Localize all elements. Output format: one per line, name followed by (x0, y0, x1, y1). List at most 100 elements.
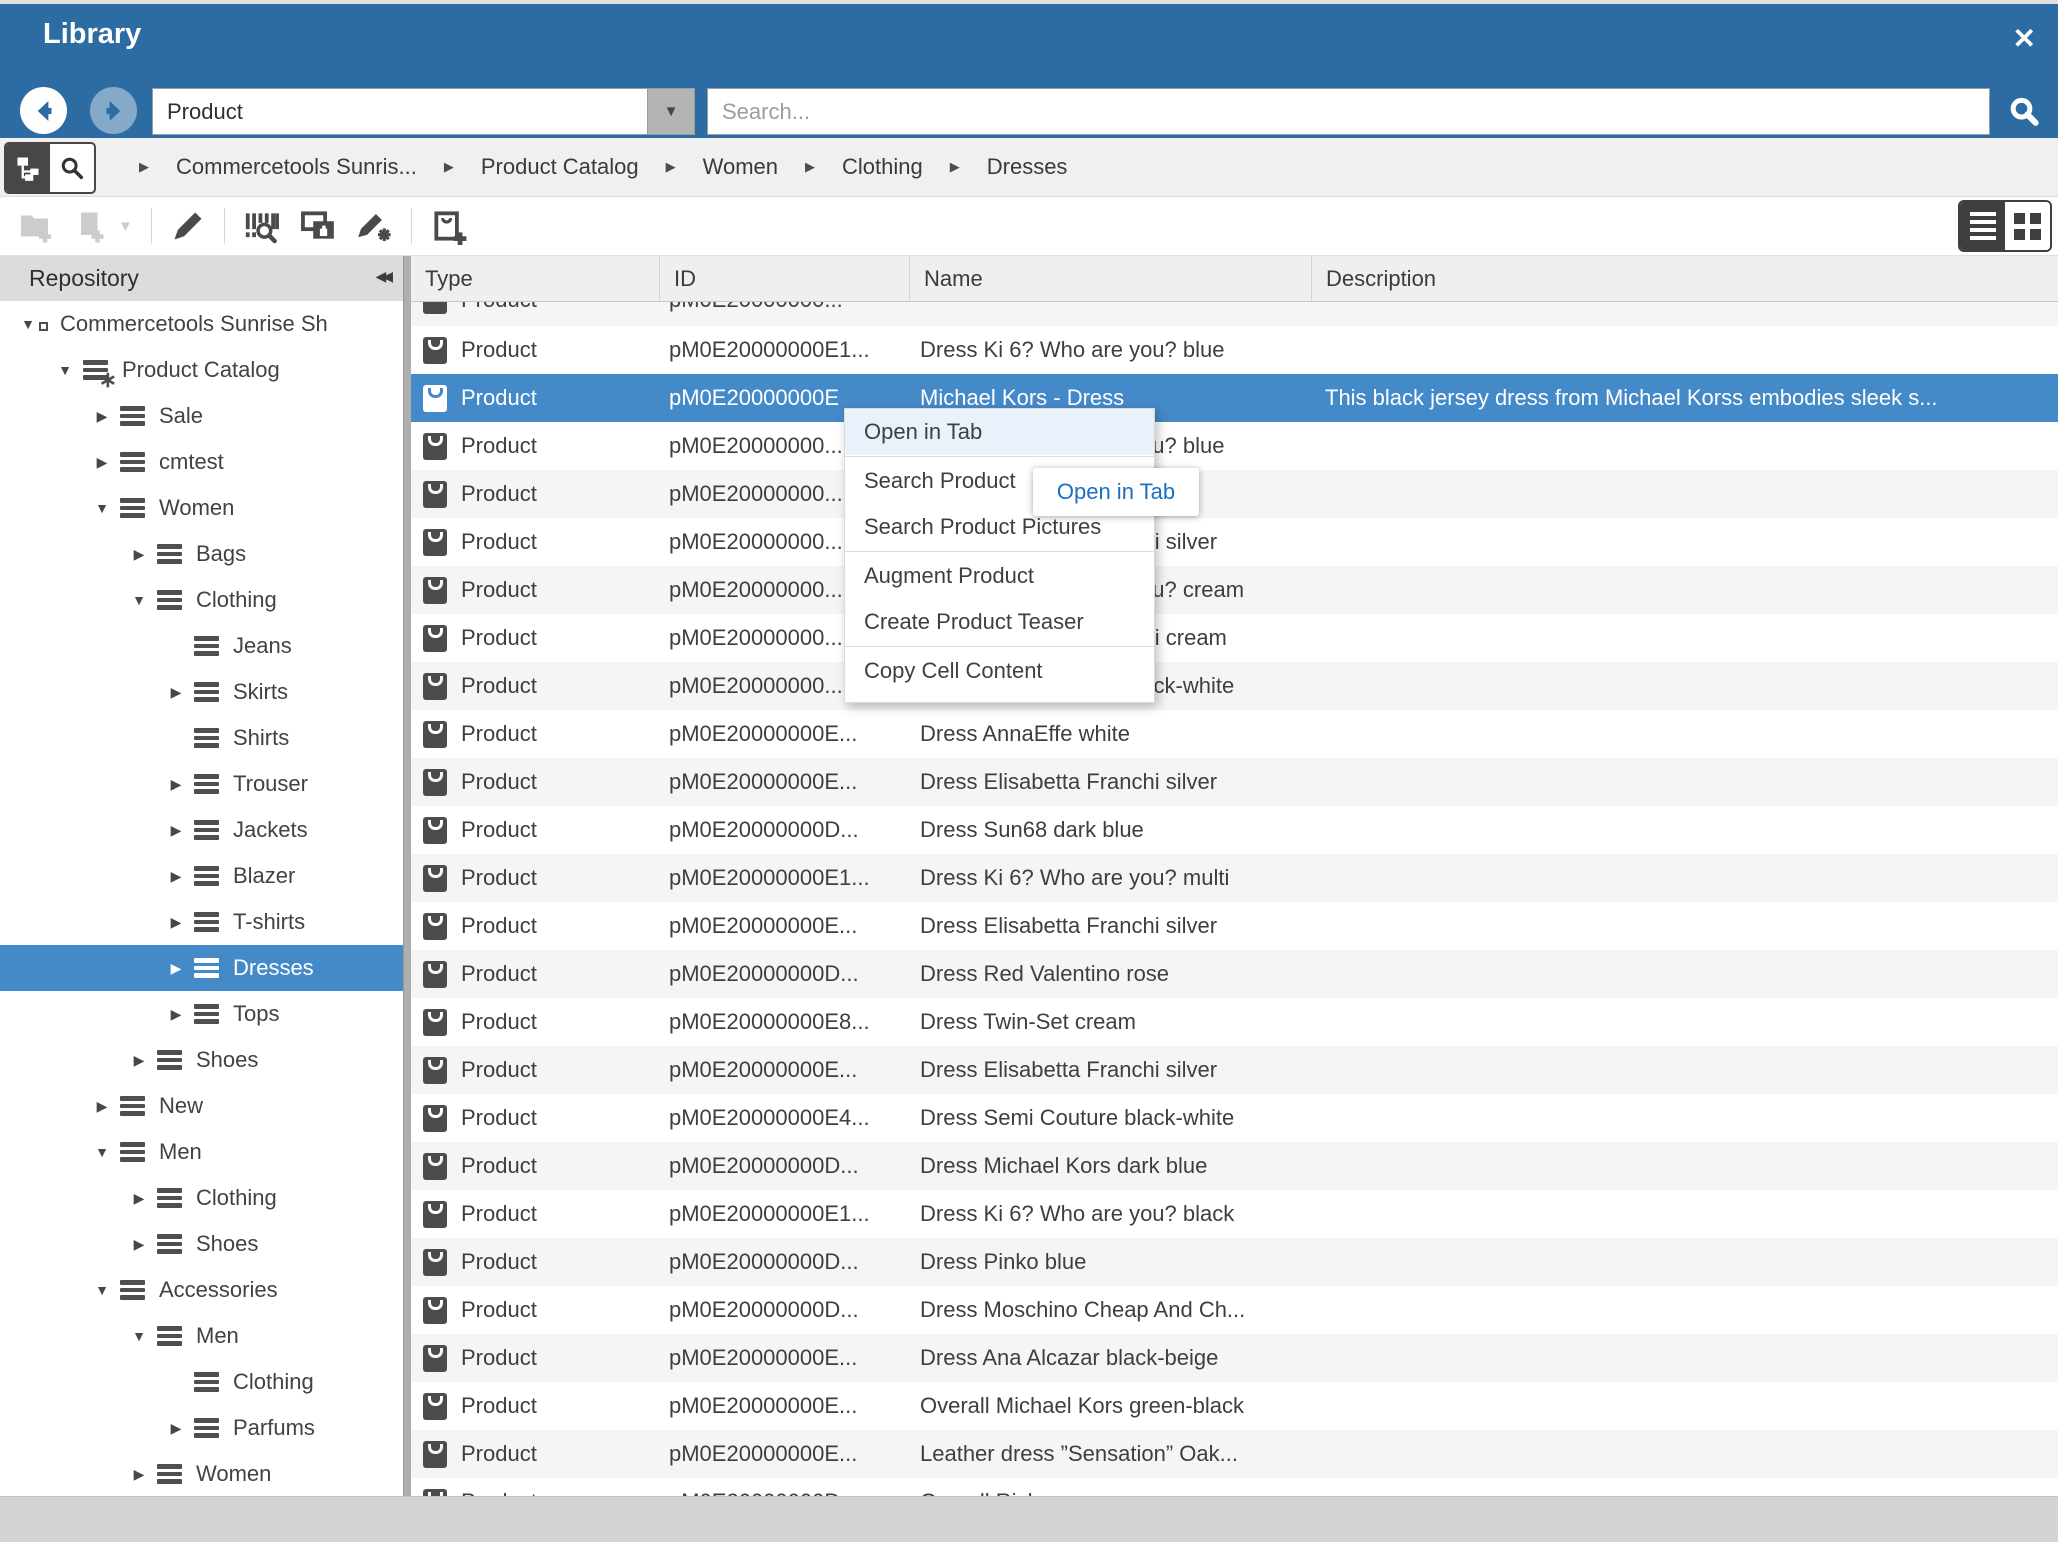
chevron-expanded-icon[interactable]: ▼ (127, 1328, 151, 1344)
forward-button[interactable] (90, 87, 137, 134)
table-row[interactable]: ProductpM0E20000000E4...Dress Semi Coutu… (411, 1094, 2058, 1142)
search-view-icon[interactable] (50, 144, 94, 192)
edit-star-icon[interactable] (355, 207, 393, 245)
table-row[interactable]: ProductpM0E20000000...Dress Semi Couture… (411, 662, 2058, 710)
chevron-expanded-icon[interactable]: ▼ (127, 592, 151, 608)
sidebar-item-women[interactable]: ▶Women (0, 1451, 403, 1497)
chevron-expanded-icon[interactable]: ▼ (90, 1282, 114, 1298)
sidebar-item-tops[interactable]: ▶Tops (0, 991, 403, 1037)
table-row[interactable]: ProductpM0E20000000...Dress Elisabetta F… (411, 518, 2058, 566)
table-row[interactable]: ProductpM0E20000000EMichael Kors - Dress… (411, 374, 2058, 422)
chevron-collapsed-icon[interactable]: ▶ (164, 822, 188, 839)
search-icon[interactable] (2004, 92, 2044, 132)
list-view-icon[interactable] (1960, 202, 2005, 250)
sidebar-item-product-catalog[interactable]: ▼∗Product Catalog (0, 347, 403, 393)
sidebar-item-jeans[interactable]: Jeans (0, 623, 403, 669)
table-row[interactable]: ProductpM0E20000000...Dress Elisabetta F… (411, 614, 2058, 662)
sidebar-item-shirts[interactable]: Shirts (0, 715, 403, 761)
table-row[interactable]: ProductpM0E20000000...Dress Ki 6? Who ar… (411, 566, 2058, 614)
chevron-collapsed-icon[interactable]: ▶ (90, 454, 114, 471)
category-dropdown[interactable]: Product ▼ (152, 88, 695, 135)
context-menu-item-create-product-teaser[interactable]: Create Product Teaser (845, 599, 1154, 645)
breadcrumb-item[interactable]: Dresses (987, 154, 1068, 180)
table-row[interactable]: ProductpM0E20000000E...Dress Elisabetta … (411, 902, 2058, 950)
close-icon[interactable]: ✕ (2013, 22, 2036, 55)
tree-view-icon[interactable] (6, 144, 50, 192)
table-row[interactable]: ProductpM0E20000000D...Dress Red Valenti… (411, 950, 2058, 998)
chevron-collapsed-icon[interactable]: ▶ (164, 960, 188, 977)
table-row[interactable]: ProductpM0E20000000D...Overall Rich... (411, 1478, 2058, 1496)
context-menu-item-copy-cell-content[interactable]: Copy Cell Content (845, 648, 1154, 694)
collapse-panel-icon[interactable]: ◀◀ (375, 268, 389, 285)
breadcrumb-item[interactable]: Product Catalog (481, 154, 639, 180)
sidebar-item-shoes[interactable]: ▶Shoes (0, 1221, 403, 1267)
table-row[interactable]: ProductpM0E20000000E8...Dress Twin-Set c… (411, 998, 2058, 1046)
chevron-expanded-icon[interactable]: ▼ (16, 316, 40, 332)
sidebar-item-blazer[interactable]: ▶Blazer (0, 853, 403, 899)
table-row[interactable]: ProductpM0E20000000E...Overall Michael K… (411, 1382, 2058, 1430)
table-row[interactable]: ProductpM0E20000000D...Dress Pinko blue (411, 1238, 2058, 1286)
sidebar-item-men[interactable]: ▼Men (0, 1129, 403, 1175)
sidebar-item-trouser[interactable]: ▶Trouser (0, 761, 403, 807)
sidebar-item-commercetools-sunrise-sh[interactable]: ▼Commercetools Sunrise Sh (0, 301, 403, 347)
chevron-collapsed-icon[interactable]: ▶ (127, 546, 151, 563)
sidebar-item-new[interactable]: ▶New (0, 1083, 403, 1129)
teaser-screens-icon[interactable] (299, 207, 337, 245)
sidebar-item-cmtest[interactable]: ▶cmtest (0, 439, 403, 485)
sidebar-item-dresses[interactable]: ▶Dresses (0, 945, 403, 991)
column-header-name[interactable]: Name (910, 256, 1312, 301)
sidebar-item-bags[interactable]: ▶Bags (0, 531, 403, 577)
context-menu-item-augment-product[interactable]: Augment Product (845, 553, 1154, 599)
chevron-collapsed-icon[interactable]: ▶ (90, 408, 114, 425)
table-row[interactable]: ProductpM0E20000000E1...Dress Ki 6? Who … (411, 326, 2058, 374)
table-row[interactable]: ProductpM0E20000000E...Dress Ana Alcazar… (411, 1334, 2058, 1382)
table-row[interactable]: ProductpM0E20000000E...Dress Elisabetta … (411, 758, 2058, 806)
sidebar-item-parfums[interactable]: ▶Parfums (0, 1405, 403, 1451)
table-row[interactable]: ProductpM0E20000000D...Dress Sun68 dark … (411, 806, 2058, 854)
chevron-collapsed-icon[interactable]: ▶ (164, 776, 188, 793)
chevron-collapsed-icon[interactable]: ▶ (127, 1236, 151, 1253)
chevron-expanded-icon[interactable]: ▼ (90, 1144, 114, 1160)
table-row[interactable]: ProductpM0E20000000... (411, 470, 2058, 518)
chevron-collapsed-icon[interactable]: ▶ (164, 914, 188, 931)
grid-view-icon[interactable] (2005, 202, 2050, 250)
sidebar-item-shoes[interactable]: ▶Shoes (0, 1037, 403, 1083)
chevron-collapsed-icon[interactable]: ▶ (127, 1466, 151, 1483)
table-row[interactable]: ProductpM0E20000000E...Leather dress ”Se… (411, 1430, 2058, 1478)
context-menu-item-open-in-tab[interactable]: Open in Tab (845, 409, 1154, 455)
search-input[interactable] (708, 89, 1989, 134)
column-header-type[interactable]: Type (411, 256, 660, 301)
chevron-down-icon[interactable]: ▼ (647, 89, 694, 134)
chevron-collapsed-icon[interactable]: ▶ (164, 684, 188, 701)
panel-splitter[interactable] (403, 256, 411, 1542)
table-row[interactable]: ProductpM0E20000000E1...Dress Ki 6? Who … (411, 1190, 2058, 1238)
column-header-id[interactable]: ID (660, 256, 910, 301)
table-row[interactable]: ProductpM0E20000000... (411, 302, 2058, 326)
breadcrumb-item[interactable]: Clothing (842, 154, 923, 180)
sidebar-item-men[interactable]: ▼Men (0, 1313, 403, 1359)
chevron-collapsed-icon[interactable]: ▶ (127, 1190, 151, 1207)
sidebar-item-accessories[interactable]: ▼Accessories (0, 1267, 403, 1313)
chevron-expanded-icon[interactable]: ▼ (53, 362, 77, 378)
column-header-description[interactable]: Description (1312, 256, 2058, 301)
sidebar-item-clothing[interactable]: ▼Clothing (0, 577, 403, 623)
bottom-scroll-strip[interactable] (0, 1496, 2058, 1542)
table-row[interactable]: ProductpM0E20000000...Dress Ki 6? Who ar… (411, 422, 2058, 470)
chevron-collapsed-icon[interactable]: ▶ (127, 1052, 151, 1069)
table-row[interactable]: ProductpM0E20000000E1...Dress Ki 6? Who … (411, 854, 2058, 902)
sidebar-item-sale[interactable]: ▶Sale (0, 393, 403, 439)
table-row[interactable]: ProductpM0E20000000D...Dress Michael Kor… (411, 1142, 2058, 1190)
chevron-expanded-icon[interactable]: ▼ (90, 500, 114, 516)
chevron-collapsed-icon[interactable]: ▶ (164, 1006, 188, 1023)
chevron-collapsed-icon[interactable]: ▶ (164, 1420, 188, 1437)
chevron-collapsed-icon[interactable]: ▶ (164, 868, 188, 885)
back-button[interactable] (20, 87, 67, 134)
breadcrumb-item[interactable]: Women (703, 154, 778, 180)
sidebar-item-jackets[interactable]: ▶Jackets (0, 807, 403, 853)
barcode-search-icon[interactable] (243, 207, 281, 245)
edit-icon[interactable] (170, 208, 206, 244)
sidebar-item-clothing[interactable]: ▶Clothing (0, 1175, 403, 1221)
sidebar-item-t-shirts[interactable]: ▶T-shirts (0, 899, 403, 945)
add-product-icon[interactable] (430, 207, 468, 245)
sidebar-item-clothing[interactable]: Clothing (0, 1359, 403, 1405)
